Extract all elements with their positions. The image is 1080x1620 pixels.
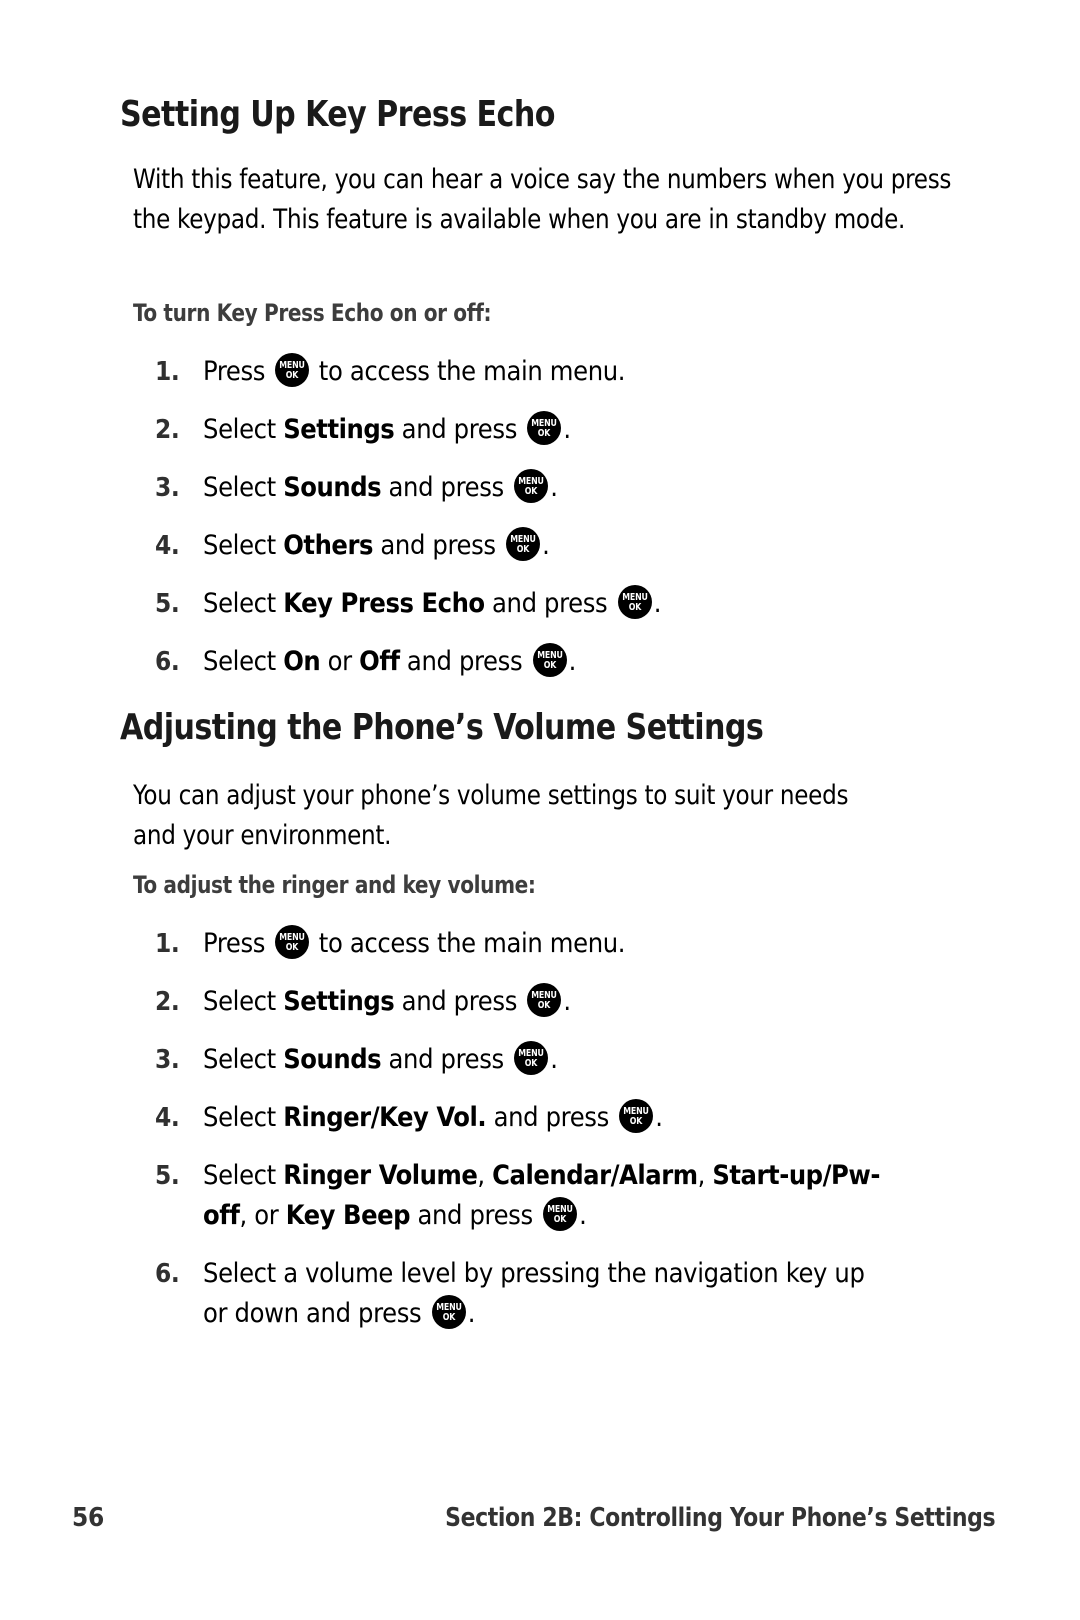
menu-ok-key-icon: MENU OK — [527, 411, 562, 445]
ok-label: OK — [442, 1312, 456, 1323]
procedure-step: 1. Press MENU OK to access the main menu. — [0, 352, 880, 392]
procedure-step: 4. Select Others and press MENU OK. — [0, 526, 880, 566]
procedure-subheading: To adjust the ringer and key volume: — [133, 871, 536, 899]
step-text: Select Sounds and press MENU OK. — [203, 469, 558, 503]
menu-option-name: Ringer Volume — [283, 1160, 478, 1191]
menu-label: MENU — [279, 360, 306, 371]
step-text: Press MENU OK to access the main menu. — [203, 925, 626, 959]
step-number: 4. — [155, 1103, 180, 1133]
menu-label: MENU — [622, 592, 648, 603]
menu-ok-key-icon: MENU OK — [431, 1295, 466, 1329]
menu-ok-key-icon: MENU OK — [527, 983, 562, 1017]
section-heading-volume: Adjusting the Phone’s Volume Settings — [120, 707, 764, 748]
step-text: Select Sounds and press MENU OK. — [203, 1041, 558, 1075]
step-text: Select Settings and press MENU OK. — [203, 411, 571, 445]
step-text: Select a volume level by pressing the na… — [203, 1258, 865, 1329]
step-number: 2. — [155, 415, 180, 445]
menu-ok-key-icon: MENU OK — [275, 353, 310, 387]
ok-label: OK — [553, 1214, 567, 1225]
menu-label: MENU — [547, 1204, 573, 1215]
menu-ok-key-icon: MENU OK — [275, 925, 310, 959]
menu-option-name: Ringer/Key Vol. — [283, 1102, 487, 1133]
procedure-step: 2. Select Settings and press MENU OK. — [0, 982, 880, 1022]
menu-label: MENU — [518, 1048, 545, 1059]
procedure-step: 3. Select Sounds and press MENU OK. — [0, 1040, 880, 1080]
menu-ok-key-icon: MENU OK — [506, 527, 541, 561]
ok-label: OK — [538, 1000, 551, 1011]
section-intro-paragraph: With this feature, you can hear a voice … — [133, 164, 952, 235]
step-text: Select Others and press MENU OK. — [203, 527, 550, 561]
menu-label: MENU — [279, 932, 306, 943]
menu-option-name: Settings — [283, 414, 395, 445]
procedure-step: 5. Select Ringer Volume, Calendar/Alarm, … — [0, 1156, 880, 1236]
menu-option-name: Key Beep — [285, 1200, 411, 1231]
step-text: Select Settings and press MENU OK. — [203, 983, 571, 1017]
menu-option-name: Sounds — [283, 1044, 382, 1075]
menu-ok-key-icon: MENU OK — [514, 1041, 549, 1075]
procedure-step-list: 1. Press MENU OK to access the main menu. 2… — [0, 924, 880, 1352]
menu-option-name: On — [283, 646, 321, 677]
step-text: Select Ringer Volume, Calendar/Alarm, St… — [203, 1160, 881, 1231]
menu-label: MENU — [623, 1106, 650, 1117]
ok-label: OK — [516, 544, 530, 555]
procedure-step: 3. Select Sounds and press MENU OK. — [0, 468, 880, 508]
menu-option-name: Key Press Echo — [283, 588, 485, 619]
step-text: Select On or Off and press MENU OK. — [203, 643, 576, 677]
step-text: Press MENU OK to access the main menu. — [203, 353, 626, 387]
page-title: Setting Up Key Press Echo — [120, 94, 555, 135]
step-number: 4. — [155, 531, 180, 561]
ok-label: OK — [286, 370, 299, 381]
ok-label: OK — [628, 602, 642, 613]
ok-label: OK — [538, 428, 551, 439]
menu-ok-key-icon: MENU OK — [532, 643, 567, 677]
procedure-subheading: To turn Key Press Echo on or off: — [133, 299, 492, 327]
menu-ok-key-icon: MENU OK — [617, 585, 652, 619]
ok-label: OK — [543, 660, 556, 671]
step-number: 3. — [155, 473, 180, 503]
procedure-step: 6. Select a volume level by pressing the … — [0, 1254, 880, 1334]
procedure-step: 4. Select Ringer/Key Vol. and press MENU O… — [0, 1098, 880, 1138]
step-number: 5. — [155, 589, 180, 619]
menu-label: MENU — [435, 1302, 462, 1313]
menu-label: MENU — [536, 650, 563, 661]
ok-label: OK — [630, 1116, 643, 1127]
ok-label: OK — [286, 942, 299, 953]
menu-label: MENU — [510, 534, 536, 545]
step-number: 1. — [155, 357, 180, 387]
procedure-step: 1. Press MENU OK to access the main menu. — [0, 924, 880, 964]
procedure-step: 2. Select Settings and press MENU OK. — [0, 410, 880, 450]
menu-ok-key-icon: MENU OK — [543, 1197, 578, 1231]
procedure-step: 6. Select On or Off and press MENU OK. — [0, 642, 880, 682]
step-number: 6. — [155, 1259, 180, 1289]
step-number: 1. — [155, 929, 180, 959]
menu-option-name: Off — [359, 646, 400, 677]
menu-option-name: Settings — [283, 986, 395, 1017]
manual-page: Setting Up Key Press Echo With this feat… — [0, 0, 1080, 1620]
step-text: Select Ringer/Key Vol. and press MENU OK. — [203, 1099, 663, 1133]
procedure-step: 5. Select Key Press Echo and press MENU OK… — [0, 584, 880, 624]
section-intro-paragraph: You can adjust your phone’s volume setti… — [133, 780, 849, 851]
menu-label: MENU — [531, 418, 558, 429]
ok-label: OK — [525, 1058, 538, 1069]
page-footer: 56 Section 2B: Controlling Your Phone’s … — [0, 1503, 1080, 1553]
step-number: 6. — [155, 647, 180, 677]
menu-option-name: Calendar/Alarm — [492, 1160, 698, 1191]
menu-label: MENU — [518, 476, 545, 487]
step-text: Select Key Press Echo and press MENU OK. — [203, 585, 661, 619]
menu-ok-key-icon: MENU OK — [514, 469, 549, 503]
menu-ok-key-icon: MENU OK — [619, 1099, 654, 1133]
menu-label: MENU — [531, 990, 558, 1001]
ok-label: OK — [525, 486, 538, 497]
footer-section-title: Section 2B: Controlling Your Phone’s Set… — [444, 1503, 995, 1533]
step-number: 3. — [155, 1045, 180, 1075]
step-number: 5. — [155, 1161, 180, 1191]
procedure-step-list: 1. Press MENU OK to access the main menu. 2… — [0, 352, 880, 700]
menu-option-name: Others — [283, 530, 374, 561]
menu-option-name: Sounds — [283, 472, 382, 503]
step-number: 2. — [155, 987, 180, 1017]
page-number: 56 — [72, 1503, 104, 1533]
